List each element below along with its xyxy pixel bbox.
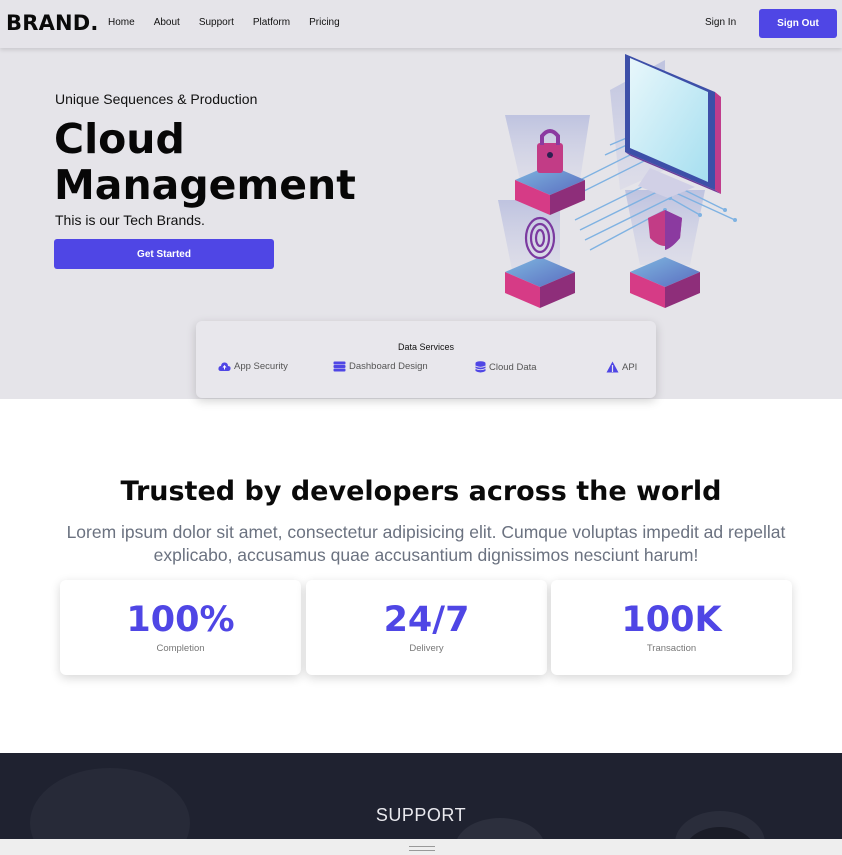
hero-title-line2: Management	[54, 161, 356, 209]
hero-subtitle: This is our Tech Brands.	[55, 212, 205, 228]
stat-label: Completion	[156, 643, 205, 654]
service-label: API	[622, 361, 638, 373]
trusted-heading: Trusted by developers across the world	[120, 476, 722, 507]
data-services-card: Data Services App Security Dashboard Des…	[196, 321, 656, 398]
service-cloud-data[interactable]: Cloud Data	[475, 361, 537, 373]
nav-link-platform[interactable]: Platform	[253, 17, 290, 28]
hero-eyebrow: Unique Sequences & Production	[55, 91, 258, 107]
nav-links: Home About Support Platform Pricing	[108, 17, 359, 28]
support-section: SUPPORT	[0, 753, 842, 839]
service-app-security[interactable]: App Security	[218, 361, 288, 372]
triangle-icon	[606, 361, 619, 373]
stat-label: Transaction	[646, 643, 697, 654]
support-background-photo	[30, 768, 765, 839]
stat-label: Delivery	[409, 643, 444, 654]
get-started-button[interactable]: Get Started	[54, 239, 274, 269]
brand-logo[interactable]: BRAND.	[6, 11, 99, 35]
stat-value: 100K	[621, 600, 722, 640]
cloud-security-illustration	[498, 54, 737, 308]
stat-card-delivery: 24/7 Delivery	[306, 580, 547, 675]
database-icon	[333, 361, 346, 372]
nav-link-pricing[interactable]: Pricing	[309, 17, 340, 28]
nav-link-about[interactable]: About	[154, 17, 180, 28]
top-navbar: BRAND. Home About Support Platform Prici…	[0, 0, 842, 48]
support-title: SUPPORT	[375, 805, 467, 825]
hero-title-line1: Cloud	[54, 115, 185, 163]
service-dashboard-design[interactable]: Dashboard Design	[333, 361, 428, 372]
nav-link-home[interactable]: Home	[108, 17, 135, 28]
stat-value: 24/7	[383, 600, 470, 640]
cloud-upload-icon	[218, 362, 231, 371]
bottom-scroll-bar[interactable]	[0, 839, 842, 855]
service-api[interactable]: API	[606, 361, 637, 373]
nav-link-support[interactable]: Support	[199, 17, 234, 28]
sign-out-button[interactable]: Sign Out	[759, 9, 837, 38]
service-label: Dashboard Design	[349, 361, 428, 372]
sign-in-link[interactable]: Sign In	[705, 17, 736, 28]
stat-card-transaction: 100K Transaction	[551, 580, 792, 675]
resize-grip-icon[interactable]	[409, 846, 435, 851]
stack-icon	[475, 361, 486, 373]
data-services-title: Data Services	[397, 342, 455, 352]
trusted-description: Lorem ipsum dolor sit amet, consectetur …	[66, 522, 786, 565]
service-label: Cloud Data	[489, 361, 537, 373]
stat-value: 100%	[126, 600, 235, 640]
stat-card-completion: 100% Completion	[60, 580, 301, 675]
service-label: App Security	[234, 361, 288, 372]
hero-title: Cloud Management	[54, 116, 394, 208]
